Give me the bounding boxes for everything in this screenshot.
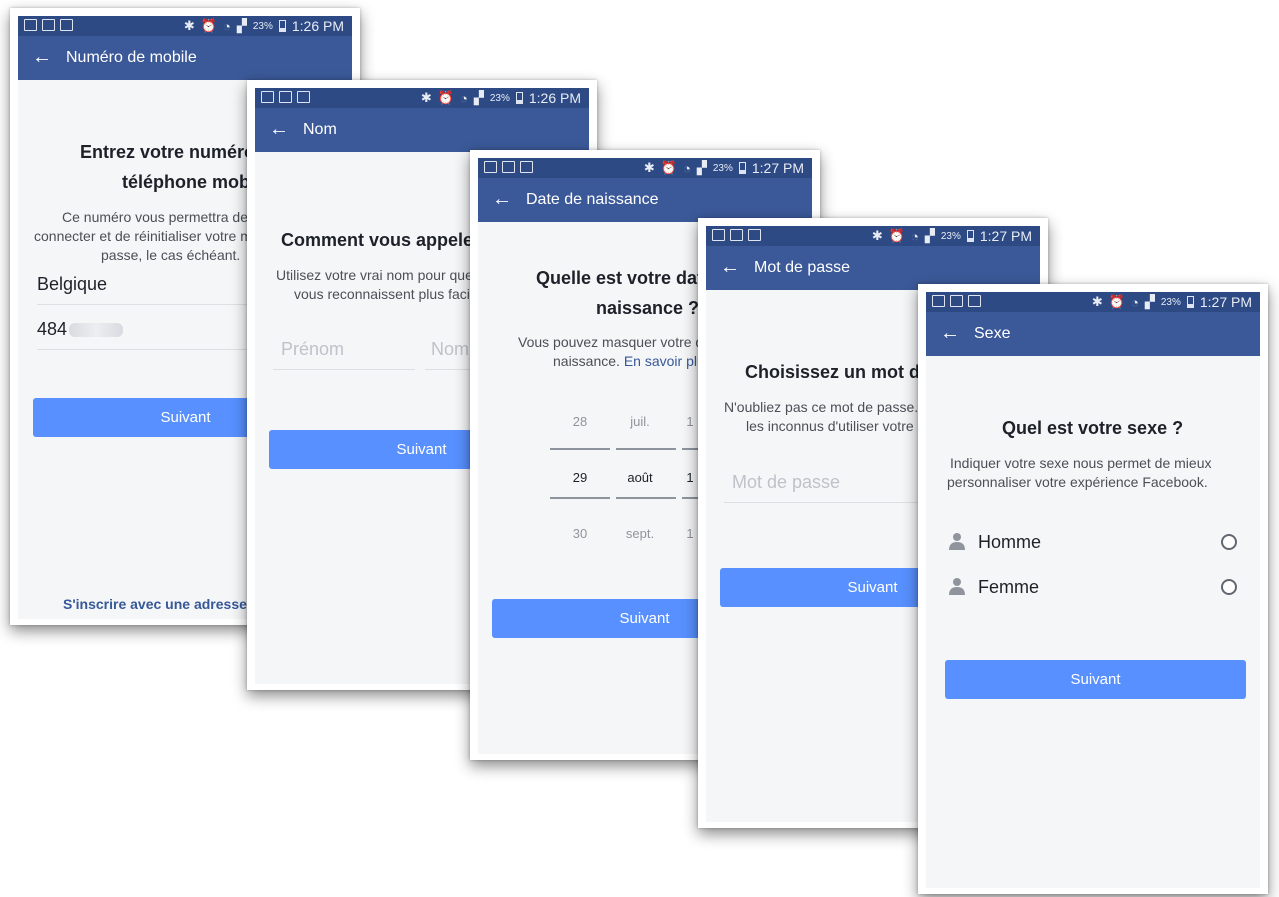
day-option-30[interactable]: 30 [558,526,602,541]
page-title: Numéro de mobile [66,49,197,66]
next-button[interactable]: Suivant [945,660,1246,699]
alarm-icon: ⏰ [200,18,217,33]
screen-gender: ✱ ⏰ ◔ ▞ 23% 1:27 PM ← Sexe Quel est votr… [926,292,1260,888]
picker-divider-top [616,448,676,450]
signal-icon: ▞ [1144,294,1155,309]
wifi-icon: ◔ [1130,294,1139,310]
option-label-female: Femme [978,577,1040,597]
calendar-icon [748,229,761,241]
status-time: 1:27 PM [1199,294,1252,310]
description-line-2: connecter et de réinitialiser votre mot … [34,228,284,244]
bluetooth-icon: ✱ [1091,294,1103,309]
signal-icon: ▞ [236,18,247,33]
notification-icon [932,295,945,307]
description-line-3: passe, le cas échéant. [101,247,241,263]
notification-icon [712,229,725,241]
redacted-digits [69,323,124,338]
image-icon [42,19,55,31]
description-line-1: Indiquer votre sexe nous permet de mieux [950,455,1212,471]
gender-option-female[interactable]: Femme [926,567,1260,607]
gender-option-male[interactable]: Homme [926,522,1260,562]
bluetooth-icon: ✱ [183,18,195,33]
calendar-icon [297,91,310,103]
bluetooth-icon: ✱ [420,90,432,105]
calendar-icon [968,295,981,307]
battery-percent: 23% [712,162,733,174]
radio-button-male[interactable] [1221,534,1237,550]
status-bar: ✱ ⏰ ◔ ▞ 23% 1:27 PM [926,292,1260,312]
month-option-sept[interactable]: sept. [618,526,662,541]
notification-icon [24,19,37,31]
description-line-2: personnaliser votre expérience Facebook. [947,474,1208,490]
calendar-icon [60,19,73,31]
status-time: 1:26 PM [528,90,581,106]
status-time: 1:27 PM [751,160,804,176]
status-time: 1:26 PM [291,18,344,34]
month-option-aout[interactable]: août [618,470,662,485]
calendar-icon [520,161,533,173]
back-arrow-icon[interactable]: ← [720,256,740,278]
heading-line-2: naissance ? [596,298,700,318]
month-option-juil[interactable]: juil. [618,414,662,429]
battery-icon [1186,296,1194,308]
alarm-icon: ⏰ [660,160,677,175]
page-title: Sexe [974,325,1011,342]
signal-icon: ▞ [924,228,935,243]
screenshot-card-gender: ✱ ⏰ ◔ ▞ 23% 1:27 PM ← Sexe Quel est votr… [918,284,1268,894]
battery-percent: 23% [1160,296,1181,308]
picker-divider-bottom [616,497,676,499]
alarm-icon: ⏰ [437,90,454,105]
bluetooth-icon: ✱ [871,228,883,243]
day-option-28[interactable]: 28 [558,414,602,429]
first-name-input[interactable]: Prénom [273,339,415,370]
wifi-icon: ◔ [222,18,231,34]
wifi-icon: ◔ [459,90,468,106]
signal-icon: ▞ [473,90,484,105]
bluetooth-icon: ✱ [643,160,655,175]
alarm-icon: ⏰ [1108,294,1125,309]
radio-button-female[interactable] [1221,579,1237,595]
notification-icon [484,161,497,173]
page-title: Nom [303,121,337,138]
person-icon [949,578,965,595]
image-icon [730,229,743,241]
back-arrow-icon[interactable]: ← [269,118,289,140]
battery-percent: 23% [489,92,510,104]
app-bar: ← Date de naissance [478,178,812,222]
day-option-29[interactable]: 29 [558,470,602,485]
app-bar: ← Numéro de mobile [18,36,352,80]
status-bar: ✱ ⏰ ◔ ▞ 23% 1:27 PM [478,158,812,178]
signal-icon: ▞ [696,160,707,175]
wifi-icon: ◔ [682,160,691,176]
app-bar: ← Nom [255,108,589,152]
status-bar: ✱ ⏰ ◔ ▞ 23% 1:27 PM [706,226,1040,246]
battery-percent: 23% [940,230,961,242]
app-bar: ← Sexe [926,312,1260,356]
image-icon [502,161,515,173]
battery-icon [738,162,746,174]
battery-icon [966,230,974,242]
page-title: Mot de passe [754,259,851,276]
option-label-male: Homme [978,532,1042,552]
status-bar: ✱ ⏰ ◔ ▞ 23% 1:26 PM [18,16,352,36]
battery-percent: 23% [252,20,273,32]
image-icon [950,295,963,307]
status-bar: ✱ ⏰ ◔ ▞ 23% 1:26 PM [255,88,589,108]
battery-icon [515,92,523,104]
battery-icon [278,20,286,32]
picker-divider-bottom [550,497,610,499]
page-title: Date de naissance [526,191,659,208]
alarm-icon: ⏰ [888,228,905,243]
back-arrow-icon[interactable]: ← [492,188,512,210]
person-icon [949,533,965,550]
description-line-2: naissance. En savoir plus [553,353,712,369]
back-arrow-icon[interactable]: ← [32,46,52,68]
heading: Quel est votre sexe ? [1002,418,1184,438]
image-icon [279,91,292,103]
back-arrow-icon[interactable]: ← [940,322,960,344]
wifi-icon: ◔ [910,228,919,244]
picker-divider-top [550,448,610,450]
notification-icon [261,91,274,103]
status-time: 1:27 PM [979,228,1032,244]
